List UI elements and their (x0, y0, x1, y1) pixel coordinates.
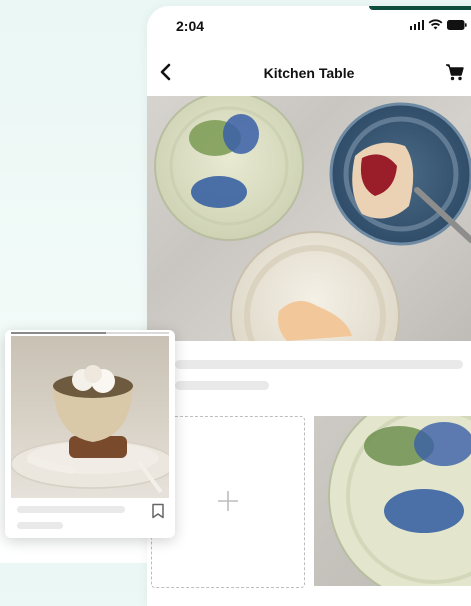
card-title-skeleton (17, 506, 125, 513)
photo-thumbnail[interactable] (314, 416, 471, 586)
title-skeleton (175, 360, 463, 369)
bowl-product-image[interactable] (11, 336, 169, 498)
cart-icon[interactable] (445, 62, 465, 82)
bookmark-icon[interactable] (151, 503, 165, 519)
card-subtitle-skeleton (17, 522, 63, 529)
signal-icon (409, 20, 424, 30)
hero-product-image[interactable] (147, 96, 471, 341)
page-title: Kitchen Table (263, 65, 355, 81)
plus-icon (218, 491, 238, 511)
navigation-bar: Kitchen Table (147, 56, 471, 92)
bowl-illustration (11, 365, 169, 494)
plates-illustration (154, 96, 471, 341)
image-progress-fill (11, 332, 106, 334)
status-time: 2:04 (176, 18, 205, 34)
status-icons (409, 19, 468, 30)
image-progress-bar (11, 332, 169, 334)
phone-screen: 2:04 Kitchen Table (147, 6, 471, 606)
product-card[interactable] (5, 330, 175, 538)
status-bar: 2:04 (147, 6, 471, 46)
subtitle-skeleton (175, 381, 269, 390)
battery-icon (447, 20, 467, 30)
plate-thumbnail-illustration (328, 416, 471, 586)
wifi-icon (428, 19, 443, 30)
